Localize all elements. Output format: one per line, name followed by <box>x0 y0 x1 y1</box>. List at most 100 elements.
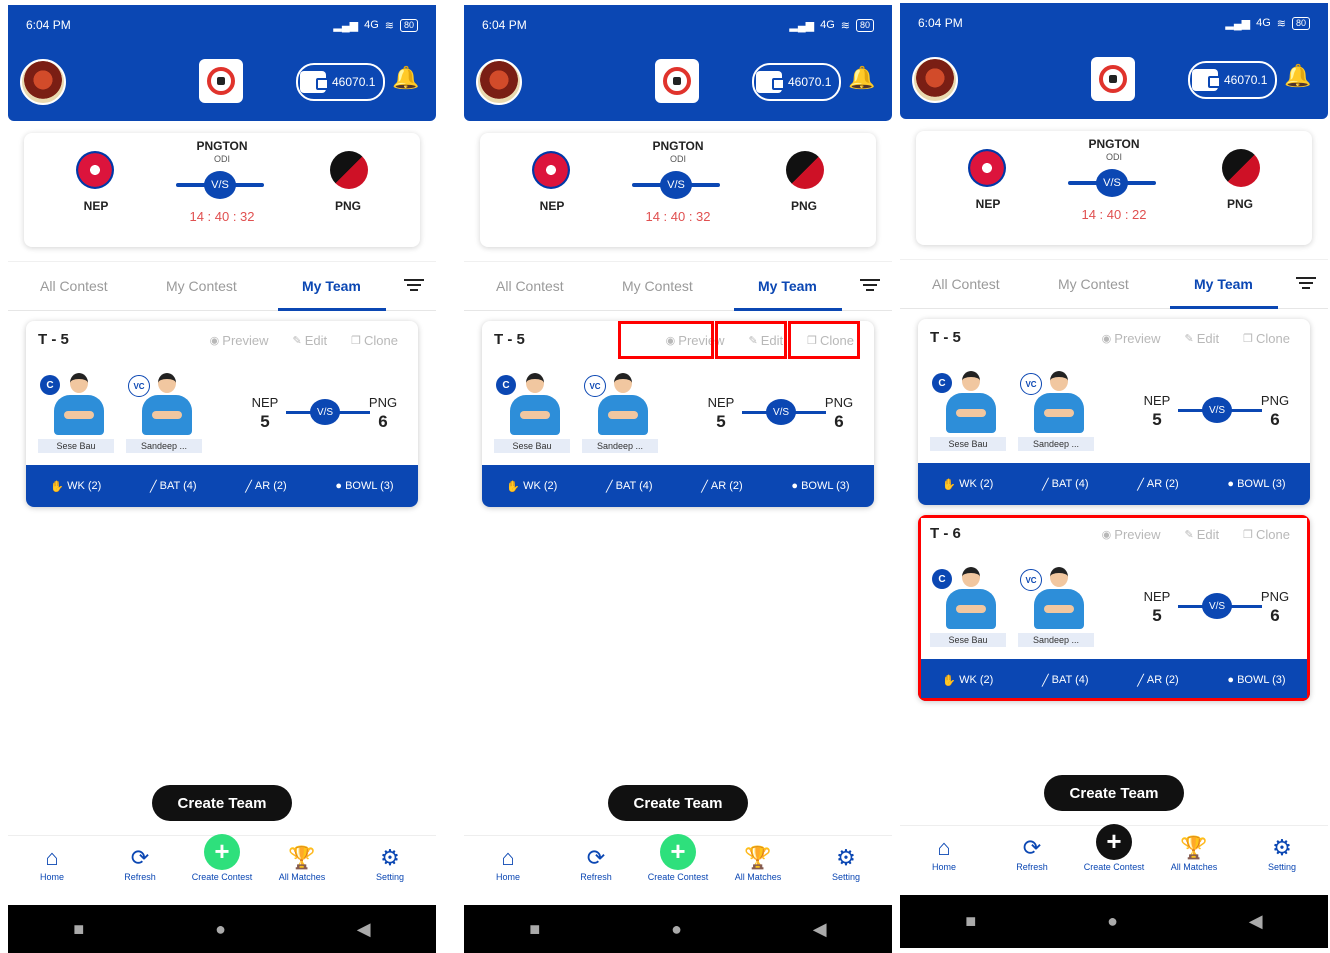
recents-icon[interactable]: ■ <box>529 919 540 940</box>
create-team-button[interactable]: Create Team <box>608 785 748 821</box>
network-type: 4G <box>364 19 379 31</box>
status-bar: 6:04 PM ▂▄▆ 4G ≋ 80 <box>900 3 1328 43</box>
tab-my-team[interactable]: My Team <box>302 278 361 294</box>
role-summary-bar: ✋ WK (2) ╱ BAT (4) ╱ AR (2) ● BOWL (3) <box>26 465 418 507</box>
player-name: Sandeep ... <box>1018 437 1094 451</box>
tab-my-team[interactable]: My Team <box>758 278 817 294</box>
recents-icon[interactable]: ■ <box>73 919 84 940</box>
highlight-edit <box>715 321 787 359</box>
nav-all-matches[interactable]: 🏆 All Matches <box>262 844 342 882</box>
create-team-button[interactable]: Create Team <box>152 785 292 821</box>
tab-my-contest[interactable]: My Contest <box>622 278 693 294</box>
status-time: 6:04 PM <box>918 16 963 30</box>
nav-create-contest[interactable]: + Create Contest <box>1074 824 1154 872</box>
player-avatar <box>614 373 632 393</box>
pencil-icon: ✎ <box>292 335 302 347</box>
profile-avatar[interactable] <box>20 59 66 105</box>
nav-setting[interactable]: ⚙ Setting <box>1242 834 1322 872</box>
vice-captain-player: VC Sandeep ... <box>580 371 660 453</box>
match-format: ODI <box>1105 152 1122 162</box>
team-card[interactable]: T - 5 ◉ Preview ✎ Edit ❐ Clone C Sese Bau V… <box>918 319 1310 505</box>
profile-avatar[interactable] <box>912 57 958 103</box>
back-icon[interactable]: ◀ <box>1249 911 1263 932</box>
role-wk: ✋ WK (2) <box>50 480 102 493</box>
nav-create-contest[interactable]: + Create Contest <box>638 834 718 882</box>
clone-button[interactable]: ❐ Clone <box>351 333 398 348</box>
nav-all-matches[interactable]: 🏆 All Matches <box>1154 834 1234 872</box>
tab-all-contest[interactable]: All Contest <box>40 278 108 294</box>
phone-screen-1: 6:04 PM ▂▄▆ 4G ≋ 80 46070.1 🔔 NEP PNG PN… <box>8 5 436 953</box>
gear-icon: ⚙ <box>1272 835 1292 860</box>
edit-button[interactable]: ✎ Edit <box>1185 331 1220 346</box>
team-card[interactable]: T - 6 ◉ Preview ✎ Edit ❐ Clone C Sese Bau V… <box>918 515 1310 701</box>
team2-count: PNG 6 <box>368 395 398 431</box>
preview-button[interactable]: ◉ Preview <box>210 333 269 348</box>
top-header: 6:04 PM ▂▄▆ 4G ≋ 80 46070.1 🔔 <box>900 3 1328 119</box>
nav-setting[interactable]: ⚙ Setting <box>806 844 886 882</box>
phone-screen-3: 6:04 PM ▂▄▆ 4G ≋ 80 46070.1 🔔 NEP PNG PN… <box>900 3 1328 948</box>
ball-icon: ● <box>791 480 799 492</box>
tab-my-contest[interactable]: My Contest <box>1058 276 1129 292</box>
nav-home[interactable]: ⌂ Home <box>468 844 548 882</box>
team-card[interactable]: T - 5 ◉ Preview ✎ Edit ❐ Clone C Sese Bau V… <box>26 321 418 507</box>
filter-icon[interactable] <box>404 276 424 294</box>
captain-player: C Sese Bau <box>928 369 1008 451</box>
nav-refresh[interactable]: ⟳ Refresh <box>100 844 180 882</box>
nav-home[interactable]: ⌂ Home <box>12 844 92 882</box>
nav-setting[interactable]: ⚙ Setting <box>350 844 430 882</box>
nav-refresh[interactable]: ⟳ Refresh <box>992 834 1072 872</box>
captain-badge: C <box>932 373 952 393</box>
create-team-button[interactable]: Create Team <box>1044 775 1184 811</box>
notification-bell-icon[interactable]: 🔔 <box>392 65 419 91</box>
app-logo <box>199 59 243 103</box>
profile-avatar[interactable] <box>476 59 522 105</box>
nav-home[interactable]: ⌂ Home <box>904 834 984 872</box>
nav-refresh[interactable]: ⟳ Refresh <box>556 844 636 882</box>
phone-screen-2: 6:04 PM ▂▄▆ 4G ≋ 80 46070.1 🔔 NEP PNG PN… <box>464 5 892 953</box>
clone-button[interactable]: ❐ Clone <box>1243 331 1290 346</box>
wallet-balance: 46070.1 <box>788 75 832 89</box>
refresh-icon: ⟳ <box>130 845 150 870</box>
back-icon[interactable]: ◀ <box>813 919 827 940</box>
home-circle-icon[interactable]: ● <box>671 919 682 940</box>
notification-bell-icon[interactable]: 🔔 <box>1284 63 1311 89</box>
edit-button[interactable]: ✎ Edit <box>293 333 328 348</box>
system-nav-bar: ■ ● ◀ <box>8 905 436 953</box>
nav-all-matches[interactable]: 🏆 All Matches <box>718 844 798 882</box>
role-ar: ╱ AR (2) <box>1137 478 1179 491</box>
nav-create-contest[interactable]: + Create Contest <box>182 834 262 882</box>
tab-all-contest[interactable]: All Contest <box>932 276 1000 292</box>
contest-tabs: All Contest My Contest My Team <box>8 261 436 311</box>
role-bowl: ● BOWL (3) <box>1227 478 1286 490</box>
filter-icon[interactable] <box>1296 274 1316 292</box>
role-wk: ✋ WK (2) <box>506 480 558 493</box>
match-title: PNGTON <box>652 139 704 153</box>
notification-bell-icon[interactable]: 🔔 <box>848 65 875 91</box>
home-circle-icon[interactable]: ● <box>215 919 226 940</box>
tab-all-contest[interactable]: All Contest <box>496 278 564 294</box>
vs-badge: V/S <box>204 171 236 199</box>
recents-icon[interactable]: ■ <box>965 911 976 932</box>
match-card: NEP PNG PNGTON ODI V/S 14 : 40 : 22 <box>916 131 1312 245</box>
home-circle-icon[interactable]: ● <box>1107 911 1118 932</box>
back-icon[interactable]: ◀ <box>357 919 371 940</box>
tab-my-contest[interactable]: My Contest <box>166 278 237 294</box>
filter-icon[interactable] <box>860 276 880 294</box>
contest-tabs: All Contest My Contest My Team <box>900 259 1328 309</box>
player-name: Sese Bau <box>930 437 1006 451</box>
system-nav-bar: ■ ● ◀ <box>900 895 1328 948</box>
trophy-icon: 🏆 <box>1180 835 1208 860</box>
wallet-button[interactable]: 46070.1 <box>1188 61 1278 99</box>
player-avatar <box>1050 371 1068 391</box>
active-tab-indicator <box>1170 306 1278 309</box>
preview-button[interactable]: ◉ Preview <box>1102 331 1161 346</box>
gamepad-icon <box>663 67 691 95</box>
captain-badge: C <box>40 375 60 395</box>
wallet-button[interactable]: 46070.1 <box>752 63 842 101</box>
tab-my-team[interactable]: My Team <box>1194 276 1253 292</box>
team-card[interactable]: T - 5 ◉ Preview ✎ Edit ❐ Clone C Sese Bau V… <box>482 321 874 507</box>
ball-icon: ● <box>335 480 343 492</box>
battery-icon: 80 <box>855 18 874 32</box>
app-logo <box>655 59 699 103</box>
wallet-button[interactable]: 46070.1 <box>296 63 386 101</box>
